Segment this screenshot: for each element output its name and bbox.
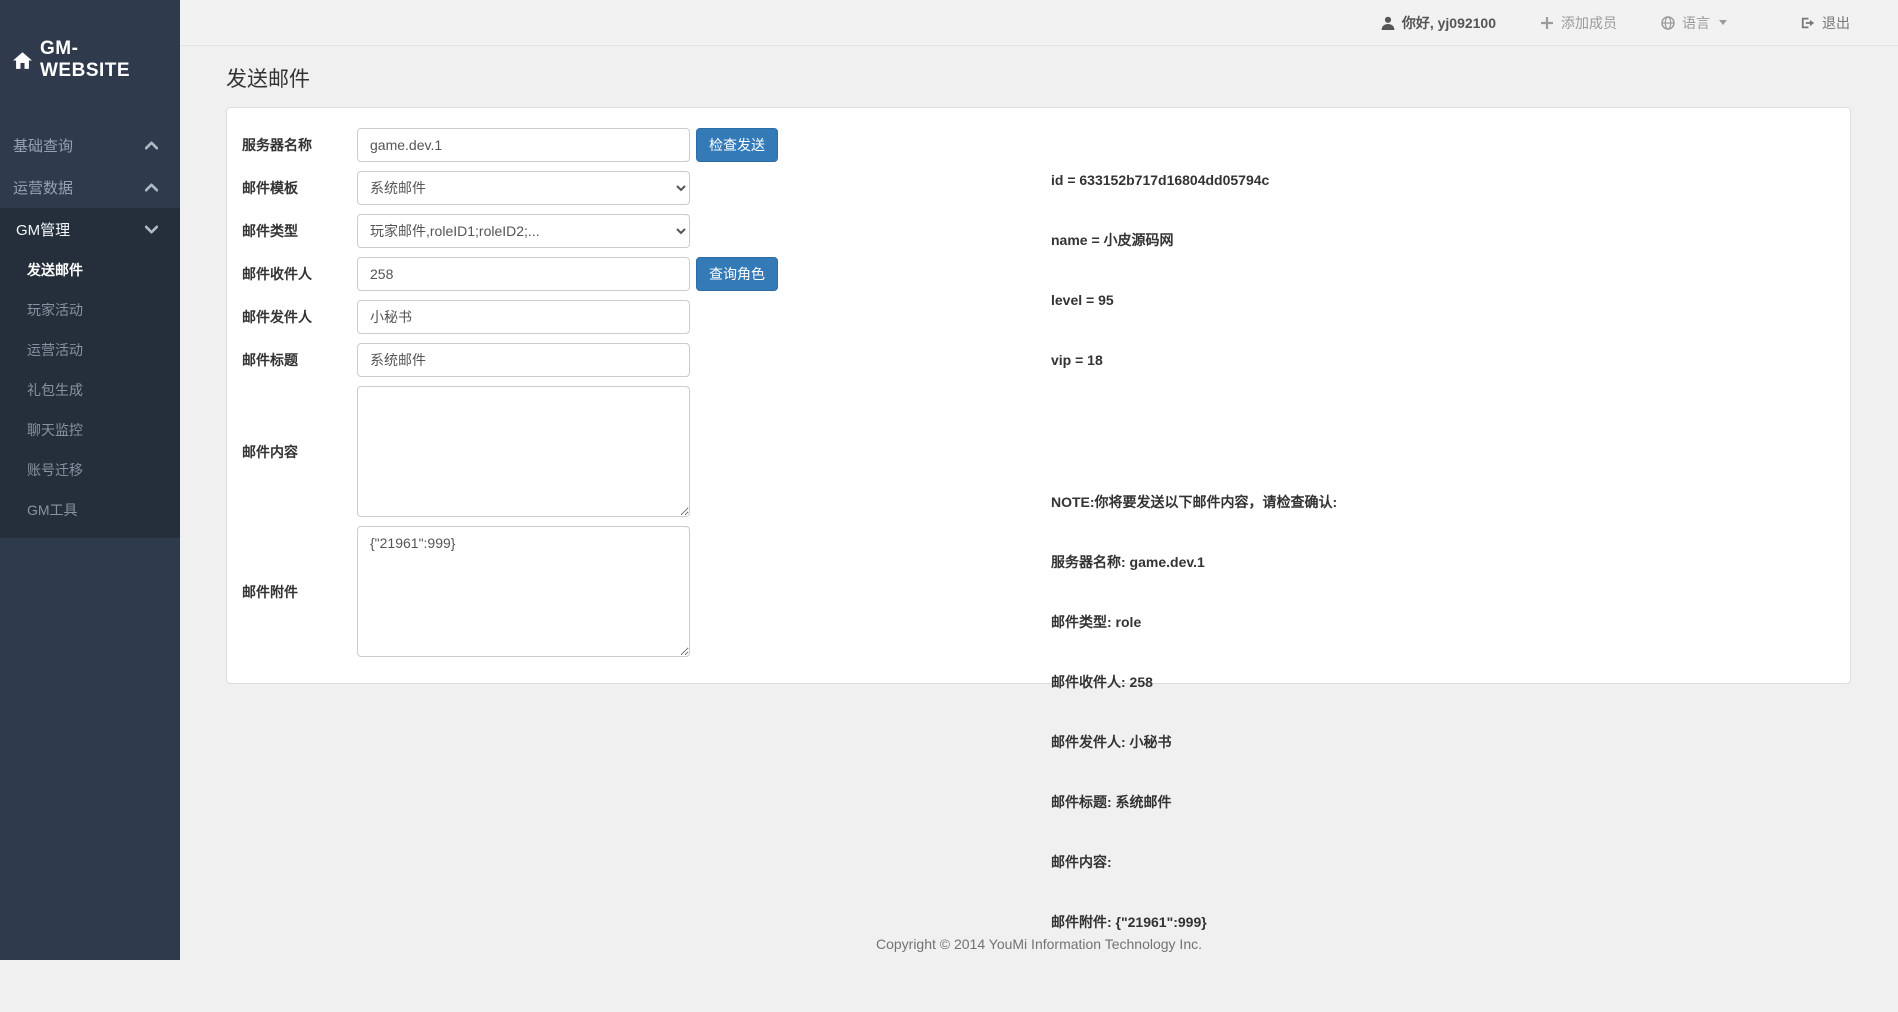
page-title: 发送邮件 xyxy=(226,63,1853,93)
check-send-button[interactable]: 检查发送 xyxy=(696,128,778,162)
sidebar-group-gm-manage: GM管理 发送邮件 玩家活动 运营活动 礼包生成 聊天监控 账号迁移 GM工具 xyxy=(0,208,180,538)
mail-template-label: 邮件模板 xyxy=(242,178,357,198)
content-textarea[interactable] xyxy=(357,386,690,517)
note-line-attachment: 邮件附件: {"21961":999} xyxy=(1051,912,1337,932)
info-line-name: name = 小皮源码网 xyxy=(1051,230,1337,250)
subject-input[interactable] xyxy=(357,343,690,377)
attachment-label: 邮件附件 xyxy=(242,582,357,602)
brand-label: GM-WEBSITE xyxy=(40,38,168,82)
section-label: 运营数据 xyxy=(13,177,73,198)
info-line-level: level = 95 xyxy=(1051,290,1337,310)
main-content: 发送邮件 服务器名称 检查发送 邮件模板 系统邮件 邮件类型 玩家邮件,role… xyxy=(180,46,1898,960)
sidebar-item-account-transfer[interactable]: 账号迁移 xyxy=(0,450,180,490)
chevron-up-icon xyxy=(145,183,158,192)
sidebar-submenu: 发送邮件 玩家活动 运营活动 礼包生成 聊天监控 账号迁移 GM工具 xyxy=(0,250,180,538)
info-line-vip: vip = 18 xyxy=(1051,350,1337,370)
sidebar-item-player-activity[interactable]: 玩家活动 xyxy=(0,290,180,330)
language-label: 语言 xyxy=(1682,13,1710,33)
chevron-up-icon xyxy=(145,141,158,150)
subject-label: 邮件标题 xyxy=(242,350,357,370)
note-line-sender: 邮件发件人: 小秘书 xyxy=(1051,732,1337,752)
info-line-id: id = 633152b717d16804dd05794c xyxy=(1051,170,1337,190)
note-line-recipient: 邮件收件人: 258 xyxy=(1051,672,1337,692)
note-line-type: 邮件类型: role xyxy=(1051,612,1337,632)
sender-label: 邮件发件人 xyxy=(242,307,357,327)
caret-down-icon xyxy=(1719,20,1727,25)
note-line-server: 服务器名称: game.dev.1 xyxy=(1051,552,1337,572)
server-name-label: 服务器名称 xyxy=(242,135,357,155)
query-role-button[interactable]: 查询角色 xyxy=(696,257,778,291)
chevron-down-icon xyxy=(145,225,158,234)
section-label: GM管理 xyxy=(16,219,70,240)
mail-type-select[interactable]: 玩家邮件,roleID1;roleID2;... xyxy=(357,214,690,248)
logout-icon xyxy=(1801,16,1815,30)
topbar: 你好, yj092100 添加成员 语言 退出 xyxy=(180,0,1898,46)
language-menu[interactable]: 语言 xyxy=(1661,13,1727,33)
send-mail-panel: 服务器名称 检查发送 邮件模板 系统邮件 邮件类型 玩家邮件,roleID1;r… xyxy=(226,107,1851,684)
mail-type-row: 邮件类型 玩家邮件,roleID1;roleID2;... xyxy=(242,214,1850,248)
attachment-row: 邮件附件 {"21961":999} xyxy=(242,526,1850,657)
user-greeting[interactable]: 你好, yj092100 xyxy=(1381,13,1496,33)
sidebar-section-basic-query[interactable]: 基础查询 xyxy=(0,124,180,166)
sidebar: GM-WEBSITE 基础查询 运营数据 GM管理 发送邮件 玩家活动 xyxy=(0,0,180,960)
mail-template-row: 邮件模板 系统邮件 xyxy=(242,171,1850,205)
recipient-label: 邮件收件人 xyxy=(242,264,357,284)
server-name-input[interactable] xyxy=(357,128,690,162)
globe-icon xyxy=(1661,16,1675,30)
user-icon xyxy=(1381,16,1395,30)
server-name-row: 服务器名称 检查发送 xyxy=(242,128,1850,162)
user-greeting-label: 你好, yj092100 xyxy=(1402,13,1496,33)
sender-row: 邮件发件人 xyxy=(242,300,1850,334)
footer-copyright: Copyright © 2014 YouMi Information Techn… xyxy=(180,936,1898,952)
logout-button[interactable]: 退出 xyxy=(1801,13,1850,33)
note-line-header: NOTE:你将要发送以下邮件内容，请检查确认: xyxy=(1051,492,1337,512)
logout-label: 退出 xyxy=(1822,13,1850,33)
sender-input[interactable] xyxy=(357,300,690,334)
sidebar-section-operation-data[interactable]: 运营数据 xyxy=(0,166,180,208)
sidebar-section-gm-manage[interactable]: GM管理 xyxy=(0,208,180,250)
brand-logo: GM-WEBSITE xyxy=(0,0,180,82)
note-line-content: 邮件内容: xyxy=(1051,852,1337,872)
section-label: 基础查询 xyxy=(13,135,73,156)
attachment-textarea[interactable]: {"21961":999} xyxy=(357,526,690,657)
content-label: 邮件内容 xyxy=(242,442,357,462)
content-row: 邮件内容 xyxy=(242,386,1850,517)
mail-type-label: 邮件类型 xyxy=(242,221,357,241)
note-line-subject: 邮件标题: 系统邮件 xyxy=(1051,792,1337,812)
sidebar-item-operation-activity[interactable]: 运营活动 xyxy=(0,330,180,370)
role-info: id = 633152b717d16804dd05794c name = 小皮源… xyxy=(1051,130,1337,1012)
sidebar-item-gift-generate[interactable]: 礼包生成 xyxy=(0,370,180,410)
home-icon xyxy=(13,52,32,69)
plus-icon xyxy=(1540,16,1554,30)
mail-template-select[interactable]: 系统邮件 xyxy=(357,171,690,205)
sidebar-nav: 基础查询 运营数据 GM管理 发送邮件 玩家活动 运营活动 礼包生成 xyxy=(0,124,180,538)
sidebar-item-send-mail[interactable]: 发送邮件 xyxy=(0,250,180,290)
mail-preview-note: NOTE:你将要发送以下邮件内容，请检查确认: 服务器名称: game.dev.… xyxy=(1051,452,1337,972)
add-member-label: 添加成员 xyxy=(1561,13,1617,33)
recipient-input[interactable] xyxy=(357,257,690,291)
subject-row: 邮件标题 xyxy=(242,343,1850,377)
sidebar-item-gm-tools[interactable]: GM工具 xyxy=(0,490,180,530)
sidebar-item-chat-monitor[interactable]: 聊天监控 xyxy=(0,410,180,450)
recipient-row: 邮件收件人 查询角色 xyxy=(242,257,1850,291)
add-member-button[interactable]: 添加成员 xyxy=(1540,13,1617,33)
